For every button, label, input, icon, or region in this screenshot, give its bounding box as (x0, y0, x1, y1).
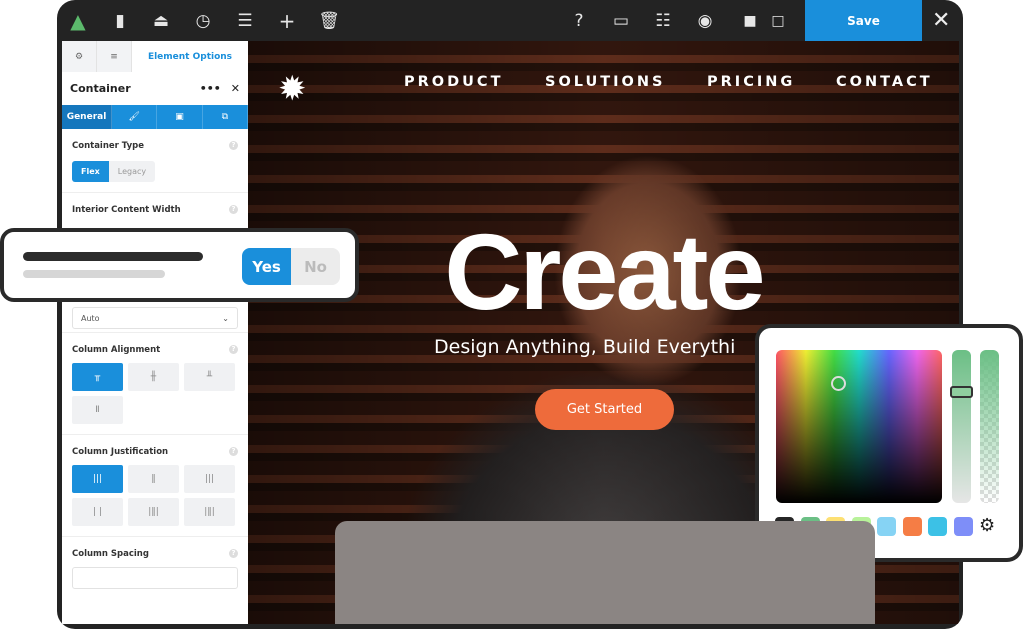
align-top-button[interactable]: ╥ (72, 363, 123, 391)
saturation-area[interactable] (776, 350, 942, 503)
background-icon[interactable]: ▣ (157, 105, 203, 129)
panel-title: Container (70, 82, 131, 95)
trash-icon[interactable]: 🗑 (318, 10, 340, 32)
justify-start-button[interactable]: ||| (72, 465, 123, 493)
hero-subheadline: Design Anything, Build Everythi (434, 336, 736, 358)
toggles-icon[interactable]: ☰ (234, 10, 256, 32)
tab-element-options[interactable]: Element Options (132, 41, 248, 72)
nav-product[interactable]: PRODUCT (404, 74, 503, 90)
column-justification-label: Column Justification (72, 447, 169, 457)
placeholder-line (23, 252, 203, 261)
settings-tab[interactable]: ⚙ (62, 41, 97, 72)
color-handle[interactable] (831, 376, 846, 391)
align-center-button[interactable]: ╫ (128, 363, 179, 391)
color-swatch[interactable] (877, 517, 896, 536)
site-logo-icon[interactable]: ✹ (278, 69, 307, 109)
save-button[interactable]: Save (805, 0, 922, 41)
get-started-button[interactable]: Get Started (535, 389, 674, 430)
help-icon[interactable]: ? (229, 447, 238, 456)
help-icon[interactable]: ? (229, 549, 238, 558)
color-swatch[interactable] (928, 517, 947, 536)
opacity-slider[interactable] (980, 350, 999, 503)
close-panel-icon[interactable]: ✕ (231, 82, 240, 95)
gear-icon[interactable]: ⚙ (979, 515, 995, 536)
page-filled-icon[interactable]: ■ (739, 10, 761, 32)
preview-canvas: ✹ PRODUCT SOLUTIONS PRICING CONTACT Crea… (248, 41, 959, 624)
justify-evenly-button[interactable]: |‖| (184, 498, 235, 526)
flex-option[interactable]: Flex (72, 161, 109, 182)
interior-width-select[interactable]: Auto ⌄ (72, 307, 238, 329)
sidebar: ⚙ ≡ Element Options Container ••• ✕ Gene… (62, 41, 248, 624)
color-swatch[interactable] (902, 517, 922, 536)
color-swatch[interactable] (953, 517, 973, 536)
brush-icon[interactable]: 🖌 (112, 105, 158, 129)
history-icon[interactable]: ◷ (192, 10, 214, 32)
page-outline-icon[interactable]: □ (767, 10, 789, 32)
select-value: Auto (81, 313, 100, 323)
layers-icon[interactable]: ☷ (652, 10, 674, 32)
help-icon[interactable]: ? (568, 10, 590, 32)
help-icon[interactable]: ? (229, 205, 238, 214)
container-type-label: Container Type (72, 141, 144, 151)
preview-icon[interactable]: ◉ (694, 10, 716, 32)
nav-contact[interactable]: CONTACT (836, 74, 933, 90)
logo-icon: ▲ (70, 9, 86, 33)
hue-slider[interactable] (950, 350, 973, 503)
close-icon[interactable]: ✕ (932, 8, 950, 33)
more-icon[interactable]: ••• (200, 82, 221, 95)
drive-icon[interactable]: ⏏ (150, 10, 172, 32)
justify-end-button[interactable]: ||| (184, 465, 235, 493)
column-alignment-label: Column Alignment (72, 345, 161, 355)
toolbar: ▲ ▮ ⏏ ◷ ☰ + 🗑 ? ▭ ☷ ◉ ■ □ Save ✕ (57, 0, 963, 41)
help-icon[interactable]: ? (229, 141, 238, 150)
column-spacing-input[interactable] (72, 567, 238, 589)
hero-headline: Create (444, 211, 765, 332)
nav-pricing[interactable]: PRICING (707, 74, 795, 90)
layout-icon[interactable]: ▮ (109, 10, 131, 32)
justify-center-button[interactable]: ‖ (128, 465, 179, 493)
help-icon[interactable]: ? (229, 345, 238, 354)
builder-window: ▲ ▮ ⏏ ◷ ☰ + 🗑 ? ▭ ☷ ◉ ■ □ Save ✕ ⚙ ≡ Ele… (57, 0, 963, 629)
column-spacing-label: Column Spacing (72, 549, 149, 559)
chevron-down-icon: ⌄ (222, 313, 229, 323)
align-bottom-button[interactable]: ╨ (184, 363, 235, 391)
justify-around-button[interactable]: |‖| (128, 498, 179, 526)
desktop-icon[interactable]: ▭ (610, 10, 632, 32)
add-icon[interactable]: + (276, 10, 298, 32)
legacy-option[interactable]: Legacy (108, 161, 156, 182)
align-stretch-button[interactable]: Ⅱ (72, 396, 123, 424)
slider-handle[interactable] (950, 386, 973, 398)
placeholder-line (23, 270, 165, 278)
laptop-image (335, 521, 875, 624)
justify-between-button[interactable]: | | (72, 498, 123, 526)
tab-general[interactable]: General (62, 105, 112, 129)
nav-solutions[interactable]: SOLUTIONS (545, 74, 665, 90)
sliders-tab[interactable]: ≡ (97, 41, 132, 72)
interior-width-label: Interior Content Width (72, 205, 181, 215)
extras-icon[interactable]: ⧉ (203, 105, 248, 129)
